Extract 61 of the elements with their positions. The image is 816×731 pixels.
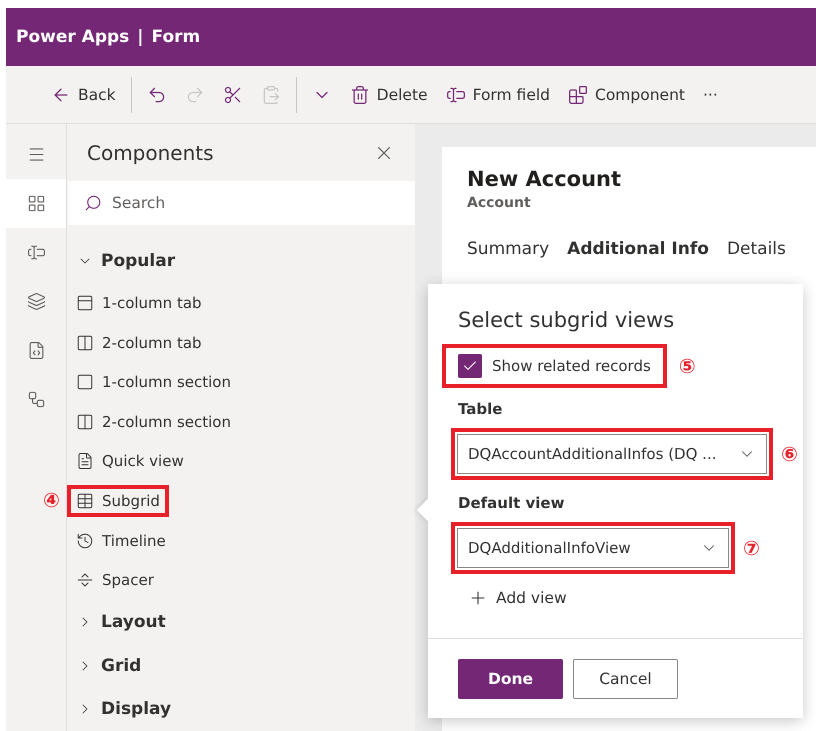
component-button[interactable]: Component — [559, 76, 694, 112]
search-icon — [84, 194, 102, 212]
form-tab[interactable]: Summary — [467, 239, 550, 259]
form-tab[interactable]: Additional Info — [567, 239, 709, 259]
form-field-button[interactable]: Form field — [436, 76, 559, 112]
add-view-button[interactable]: Add view — [468, 588, 567, 608]
text-field-icon — [26, 243, 46, 262]
group-header[interactable]: Display — [67, 687, 182, 731]
group-header[interactable]: Popular — [67, 239, 186, 284]
table-icon — [76, 492, 94, 510]
component-item[interactable]: 1-column section — [70, 369, 237, 396]
form-title: New Account — [467, 167, 622, 191]
view-dropdown[interactable]: DQAdditionalInfoView — [457, 528, 729, 568]
columns-icon — [76, 334, 94, 352]
grid-icon — [26, 194, 46, 213]
rail-button[interactable] — [6, 179, 66, 228]
component-item[interactable]: Spacer — [70, 567, 160, 594]
redo-icon — [184, 84, 205, 104]
group-header[interactable]: Grid — [67, 644, 152, 688]
show-related-checkbox[interactable]: Show related records — [444, 346, 665, 386]
panel-title: Components — [87, 140, 214, 165]
app-name: Power Apps — [16, 27, 130, 47]
field-label: Default view — [458, 494, 566, 512]
trash-icon — [350, 84, 370, 104]
callout-number: ④ — [43, 490, 60, 510]
component-item[interactable]: Subgrid — [70, 488, 166, 514]
done-button[interactable]: Done — [458, 658, 563, 698]
callout-number: ⑥ — [781, 444, 798, 464]
component-item[interactable]: 2-column section — [70, 408, 237, 435]
clipboard-icon — [260, 84, 281, 104]
callout-number: ⑤ — [678, 356, 696, 376]
form-subtitle: Account — [467, 195, 532, 211]
scissors-icon — [222, 84, 243, 104]
columns-icon — [76, 412, 94, 431]
tab-icon — [76, 294, 94, 312]
blocks-icon — [568, 84, 588, 104]
page-title: Form — [152, 27, 200, 47]
more-button[interactable]: ··· — [694, 76, 727, 112]
field-label: Table — [458, 400, 504, 418]
spacer-icon — [76, 571, 94, 590]
clock-icon — [76, 532, 94, 550]
dialog-title: Select subgrid views — [458, 308, 676, 332]
square-icon — [76, 373, 94, 392]
delete-button[interactable]: Delete — [340, 76, 437, 112]
text-field-icon — [446, 84, 466, 104]
title-separator: | — [137, 27, 144, 47]
view-dropdown[interactable]: DQAccountAdditionalInfos (DQ ... — [457, 434, 767, 474]
component-item[interactable]: 1-column tab — [70, 290, 208, 316]
document-icon — [76, 452, 94, 470]
form-tab[interactable]: Details — [726, 239, 786, 259]
cancel-button[interactable]: Cancel — [573, 658, 678, 698]
tree-icon — [26, 390, 46, 409]
callout-number: ⑦ — [743, 538, 760, 558]
search-field[interactable]: Search — [68, 181, 415, 226]
component-item[interactable]: 2-column tab — [70, 330, 208, 356]
layers-icon — [26, 292, 46, 311]
group-header[interactable]: Layout — [67, 600, 176, 644]
component-item[interactable]: Quick view — [70, 448, 190, 474]
component-item[interactable]: Timeline — [70, 528, 172, 554]
back-button[interactable]: Back — [42, 76, 125, 112]
code-file-icon — [26, 341, 46, 360]
